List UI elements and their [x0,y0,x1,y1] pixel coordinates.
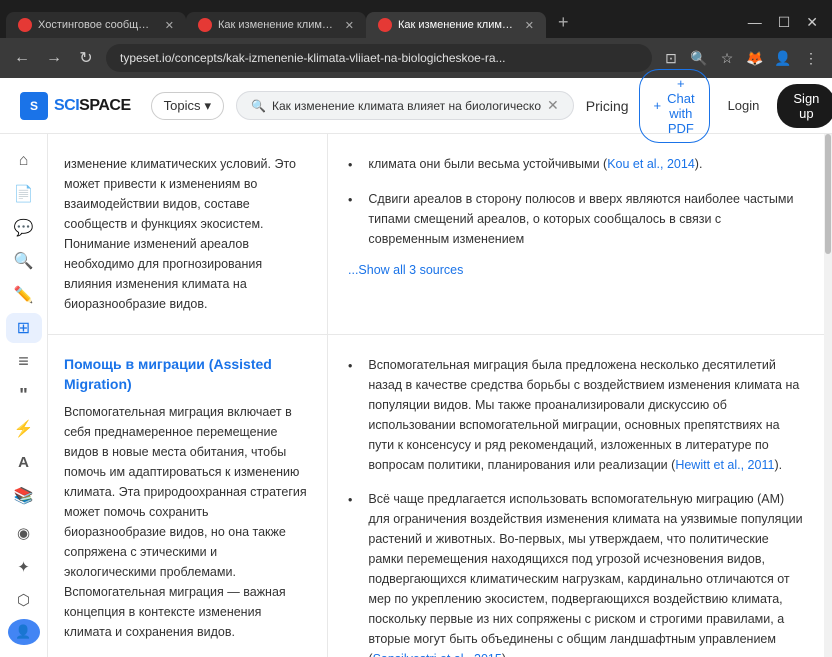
pricing-link[interactable]: Pricing [586,98,629,114]
paper-content: изменение климатических условий. Это мож… [48,134,824,657]
search-tab-close[interactable]: ✕ [547,97,559,114]
sidebar-item-ai[interactable]: ✦ [6,552,42,581]
minimize-button[interactable]: — [744,14,766,30]
sidebar-item-quote[interactable]: " [6,380,42,409]
link-hewitt[interactable]: Hewitt et al., 2011 [675,458,774,472]
sidebar-item-search[interactable]: 🔍 [6,246,42,275]
tab-3-label: Как изменение климата в... [398,19,515,31]
extensions-button[interactable]: ⊡ [660,47,682,69]
search-tab-text: Как изменение климата влияет на биологич… [272,99,541,113]
sidebar-item-book[interactable]: 📚 [6,481,42,510]
toolbar-icons: ⊡ 🔍 ☆ 🦊 👤 ⋮ [660,47,822,69]
section-1: изменение климатических условий. Это мож… [48,134,824,335]
tab-2-favicon [198,18,212,32]
section-1-grid: изменение климатических условий. Это мож… [48,134,824,334]
new-tab-button[interactable]: + [550,12,577,33]
section-2: Помощь в миграции (Assisted Migration) В… [48,335,824,657]
bullet-2-2-text: Всё чаще предлагается использовать вспом… [368,489,804,657]
tab-3[interactable]: Как изменение климата в... ✕ [366,12,546,38]
bullet-1-1: климата они были весьма устойчивыми (Kou… [348,154,804,175]
back-button[interactable]: ← [10,46,34,70]
sidebar-item-document[interactable]: 📄 [6,179,42,208]
section-1-right: климата они были весьма устойчивыми (Kou… [328,134,824,334]
section-2-left-text: Вспомогательная миграция включает в себя… [64,402,307,642]
bullet-2-2: Всё чаще предлагается использовать вспом… [348,489,804,657]
maximize-button[interactable]: ☐ [774,14,795,31]
tab-bar: Хостинговое сообщество ✕ Как изменение к… [0,0,832,38]
sidebar-item-chrome[interactable]: ◉ [6,518,42,547]
sidebar-item-chat[interactable]: 💬 [6,213,42,242]
section-2-left: Помощь в миграции (Assisted Migration) В… [48,335,328,657]
sidebar-item-grid[interactable]: ⊞ [6,313,42,342]
reload-button[interactable]: ↻ [74,46,98,70]
top-nav: S SCISPACE Topics ▾ 🔍 Как изменение клим… [0,78,832,134]
section-1-left: изменение климатических условий. Это мож… [48,134,328,334]
sidebar-avatar[interactable]: 👤 [8,619,40,645]
bullet-1-1-text: климата они были весьма устойчивыми (Kou… [368,154,702,175]
window-controls: — ☐ ✕ [734,14,832,31]
chat-icon: + [654,98,662,113]
login-button[interactable]: Login [720,92,768,119]
scroll-thumb[interactable] [825,134,831,254]
logo-area: S SCISPACE [20,92,131,120]
main-layout: ⌂ 📄 💬 🔍 ✏️ ⊞ ≡ " ⚡ A 📚 ◉ ✦ ⬡ 👤 [0,134,832,657]
link-kou[interactable]: Kou et al., 2014 [607,157,695,171]
menu-icon[interactable]: ⋮ [800,47,822,69]
logo-text: SCISPACE [54,97,131,115]
tab-1-close[interactable]: ✕ [165,19,174,32]
section-2-bullets: Вспомогательная миграция была предложена… [348,355,804,657]
tab-2-label: Как изменение климата в... [218,19,335,31]
close-button[interactable]: ✕ [802,14,822,31]
address-input[interactable] [106,44,652,72]
sidebar-item-pen[interactable]: ✏️ [6,280,42,309]
tab-3-favicon [378,18,392,32]
section-2-heading: Помощь в миграции (Assisted Migration) [64,355,307,394]
forward-button[interactable]: → [42,46,66,70]
section-2-right: Вспомогательная миграция была предложена… [328,335,824,657]
show-all-sources[interactable]: ...Show all 3 sources [348,263,804,277]
search-icon-btn[interactable]: 🔍 [688,47,710,69]
nav-right: Pricing + + Chat with PDF Login Sign up [586,69,832,143]
browser-chrome: Хостинговое сообщество ✕ Как изменение к… [0,0,832,78]
content-area: изменение климатических условий. Это мож… [48,134,832,657]
tab-2[interactable]: Как изменение климата в... ✕ [186,12,366,38]
fox-icon[interactable]: 🦊 [744,47,766,69]
app-wrapper: S SCISPACE Topics ▾ 🔍 Как изменение клим… [0,78,832,657]
sidebar-item-discord[interactable]: ⬡ [6,585,42,614]
bullet-2-1: Вспомогательная миграция была предложена… [348,355,804,475]
tab-1[interactable]: Хостинговое сообщество ✕ [6,12,186,38]
signup-button[interactable]: Sign up [777,84,832,128]
logo-icon: S [20,92,48,120]
tab-1-label: Хостинговое сообщество [38,19,155,31]
sidebar-item-lightning[interactable]: ⚡ [6,414,42,443]
section-1-left-text: изменение климатических условий. Это мож… [64,154,307,314]
star-icon[interactable]: ☆ [716,47,738,69]
link-sansilvestri[interactable]: Sansilvestri et al., 2015 [373,652,502,657]
tab-1-favicon [18,18,32,32]
chat-label: + Chat with PDF [667,76,694,136]
scrollbar[interactable] [824,134,832,657]
search-tab-icon: 🔍 [251,99,266,113]
sidebar-item-list[interactable]: ≡ [6,347,42,376]
sidebar-item-text[interactable]: A [6,447,42,476]
topics-chevron: ▾ [204,98,211,114]
topics-button[interactable]: Topics ▾ [151,92,224,120]
logo-space: SPACE [79,97,130,114]
bullet-1-2-text: Сдвиги ареалов в сторону полюсов и вверх… [368,189,804,249]
sidebar: ⌂ 📄 💬 🔍 ✏️ ⊞ ≡ " ⚡ A 📚 ◉ ✦ ⬡ 👤 [0,134,48,657]
bullet-2-1-text: Вспомогательная миграция была предложена… [368,355,804,475]
section-2-grid: Помощь в миграции (Assisted Migration) В… [48,335,824,657]
tab-2-close[interactable]: ✕ [345,19,354,32]
tab-3-close[interactable]: ✕ [525,19,534,32]
bullet-1-2: Сдвиги ареалов в сторону полюсов и вверх… [348,189,804,249]
section-1-bullets: климата они были весьма устойчивыми (Kou… [348,154,804,249]
chat-with-pdf-button[interactable]: + + Chat with PDF [639,69,710,143]
search-tab[interactable]: 🔍 Как изменение климата влияет на биолог… [236,91,574,120]
sidebar-item-home[interactable]: ⌂ [6,146,42,175]
logo-sci: SCI [54,97,79,114]
profile-icon[interactable]: 👤 [772,47,794,69]
topics-label: Topics [164,98,201,113]
